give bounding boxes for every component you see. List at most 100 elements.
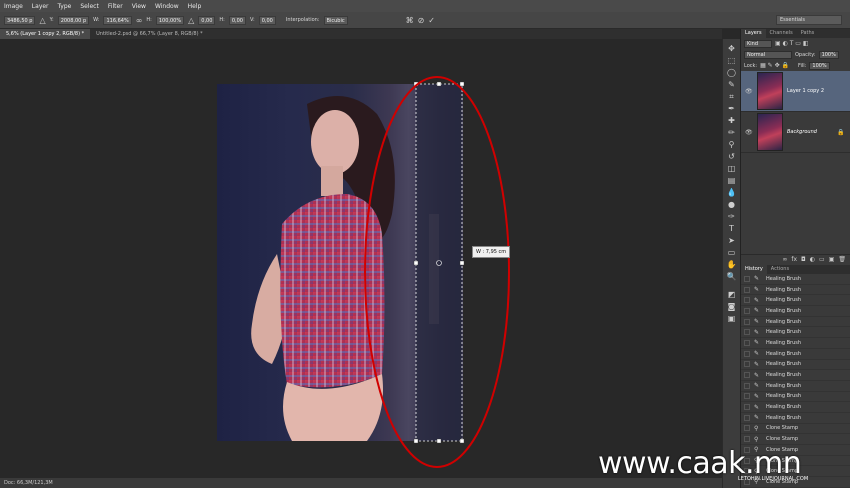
- opacity-field[interactable]: 100%: [818, 50, 839, 59]
- history-item[interactable]: ✎ Healing Brush: [741, 392, 850, 403]
- history-item-label: Healing Brush: [766, 414, 802, 421]
- clone-stamp-icon[interactable]: ⚲: [726, 139, 738, 151]
- history-item[interactable]: ⚲ Clone Stamp: [741, 424, 850, 435]
- filter-icons[interactable]: ▣ ◐ T ▭ ◧: [775, 40, 809, 47]
- history-source-checkbox[interactable]: [744, 329, 750, 336]
- history-source-checkbox[interactable]: [744, 414, 750, 421]
- history-item[interactable]: ✎ Healing Brush: [741, 402, 850, 413]
- blur-icon[interactable]: 💧: [726, 187, 738, 199]
- move-tool-icon[interactable]: ✥: [726, 43, 738, 55]
- quick-mask-icon[interactable]: ◙: [726, 301, 738, 313]
- history-source-checkbox[interactable]: [744, 318, 750, 325]
- pen-tool-icon[interactable]: ✑: [726, 211, 738, 223]
- history-source-checkbox[interactable]: [744, 404, 750, 411]
- history-item[interactable]: ⚲ Clone Stamp: [741, 434, 850, 445]
- healing-brush-icon: ✎: [754, 275, 760, 283]
- healing-brush-icon: ✎: [754, 403, 760, 411]
- history-item[interactable]: ✎ Healing Brush: [741, 349, 850, 360]
- brush-tool-icon[interactable]: ✏: [726, 127, 738, 139]
- history-brush-icon[interactable]: ↺: [726, 151, 738, 163]
- filter-row: Kind ▣ ◐ T ▭ ◧: [741, 38, 850, 49]
- trash-icon[interactable]: 🗑: [838, 256, 846, 263]
- kind-filter-select[interactable]: Kind: [744, 39, 772, 48]
- eraser-icon[interactable]: ◫: [726, 163, 738, 175]
- history-item-label: Healing Brush: [766, 382, 802, 389]
- tools-panel: ✥ ⬚ ◯ ✎ ⌗ ✒ ✚ ✏ ⚲ ↺ ◫ ▤ 💧 ● ✑ T ➤ ▭ ✋ 🔍 …: [722, 39, 740, 488]
- hand-tool-icon[interactable]: ✋: [726, 259, 738, 271]
- history-item[interactable]: ✎ Healing Brush: [741, 317, 850, 328]
- lock-icons[interactable]: ▦ ✎ ✥ 🔒: [760, 62, 789, 69]
- screen-mode-icon[interactable]: ▣: [726, 313, 738, 325]
- marquee-tool-icon[interactable]: ⬚: [726, 55, 738, 67]
- eyedropper-icon[interactable]: ✒: [726, 103, 738, 115]
- tab-channels[interactable]: Channels: [766, 29, 797, 38]
- visibility-eye-icon[interactable]: 👁: [745, 88, 753, 95]
- new-layer-icon[interactable]: ▣: [829, 256, 835, 263]
- history-source-checkbox[interactable]: [744, 372, 750, 379]
- shape-tool-icon[interactable]: ▭: [726, 247, 738, 259]
- history-item[interactable]: ✎ Healing Brush: [741, 413, 850, 424]
- adjustment-icon[interactable]: ◐: [810, 256, 815, 263]
- history-item[interactable]: ✎ Healing Brush: [741, 306, 850, 317]
- layer-name[interactable]: Layer 1 copy 2: [787, 88, 824, 94]
- history-source-checkbox[interactable]: [744, 275, 750, 282]
- history-source-checkbox[interactable]: [744, 339, 750, 346]
- history-item[interactable]: ✎ Healing Brush: [741, 370, 850, 381]
- right-panels: Layers Channels Paths Kind ▣ ◐ T ▭ ◧ Nor…: [740, 29, 850, 488]
- path-select-icon[interactable]: ➤: [726, 235, 738, 247]
- tab-actions[interactable]: Actions: [767, 265, 793, 274]
- healing-brush-icon: ✎: [754, 414, 760, 422]
- history-item[interactable]: ✎ Healing Brush: [741, 327, 850, 339]
- blend-mode-select[interactable]: Normal: [744, 50, 792, 59]
- tab-paths[interactable]: Paths: [797, 29, 819, 38]
- history-item[interactable]: ✎ Healing Brush: [741, 295, 850, 307]
- fill-field[interactable]: 100%: [809, 61, 830, 70]
- history-item[interactable]: ✎ Healing Brush: [741, 338, 850, 349]
- tab-layers[interactable]: Layers: [741, 29, 766, 38]
- history-source-checkbox[interactable]: [744, 393, 750, 400]
- history-item[interactable]: ✎ Healing Brush: [741, 285, 850, 296]
- history-source-checkbox[interactable]: [744, 297, 750, 304]
- history-item-label: Healing Brush: [766, 297, 802, 304]
- lasso-tool-icon[interactable]: ◯: [726, 67, 738, 79]
- visibility-eye-icon[interactable]: 👁: [745, 129, 753, 136]
- history-item[interactable]: ✎ Healing Brush: [741, 360, 850, 371]
- history-item-label: Clone Stamp: [766, 436, 799, 443]
- layer-thumbnail: [757, 72, 783, 110]
- history-item[interactable]: ✎ Healing Brush: [741, 274, 850, 285]
- link-layers-icon[interactable]: ∞: [782, 256, 787, 263]
- history-source-checkbox[interactable]: [744, 425, 750, 432]
- healing-brush-icon: ✎: [754, 328, 760, 336]
- healing-brush-icon: ✎: [754, 382, 760, 390]
- history-source-checkbox[interactable]: [744, 382, 750, 389]
- fx-icon[interactable]: fx: [791, 256, 797, 263]
- history-source-checkbox[interactable]: [744, 350, 750, 357]
- layer-row[interactable]: 👁 Background 🔒: [741, 112, 850, 153]
- crop-tool-icon[interactable]: ⌗: [726, 91, 738, 103]
- clone-stamp-icon: ⚲: [754, 435, 759, 443]
- layers-footer-icons[interactable]: ∞ fx ◘ ◐ ▭ ▣ 🗑: [741, 254, 850, 263]
- group-icon[interactable]: ▭: [819, 256, 825, 263]
- history-source-checkbox[interactable]: [744, 436, 750, 443]
- layer-name[interactable]: Background: [787, 129, 817, 135]
- tab-history[interactable]: History: [741, 265, 767, 274]
- healing-brush-icon: ✎: [754, 392, 760, 400]
- transformed-layer: [416, 84, 462, 441]
- history-source-checkbox[interactable]: [744, 286, 750, 293]
- healing-brush-icon[interactable]: ✚: [726, 115, 738, 127]
- color-swatches-icon[interactable]: ◩: [726, 289, 738, 301]
- history-source-checkbox[interactable]: [744, 307, 750, 314]
- history-item-label: Healing Brush: [766, 275, 802, 282]
- gradient-icon[interactable]: ▤: [726, 175, 738, 187]
- zoom-tool-icon[interactable]: 🔍: [726, 271, 738, 283]
- layer-row[interactable]: 👁 Layer 1 copy 2: [741, 71, 850, 112]
- quick-select-icon[interactable]: ✎: [726, 79, 738, 91]
- history-item-label: Healing Brush: [766, 339, 802, 346]
- type-tool-icon[interactable]: T: [726, 223, 738, 235]
- history-item[interactable]: ✎ Healing Brush: [741, 381, 850, 392]
- dodge-icon[interactable]: ●: [726, 199, 738, 211]
- history-source-checkbox[interactable]: [744, 361, 750, 368]
- history-item-label: Healing Brush: [766, 318, 802, 325]
- add-mask-icon[interactable]: ◘: [801, 256, 806, 263]
- healing-brush-icon: ✎: [754, 318, 760, 326]
